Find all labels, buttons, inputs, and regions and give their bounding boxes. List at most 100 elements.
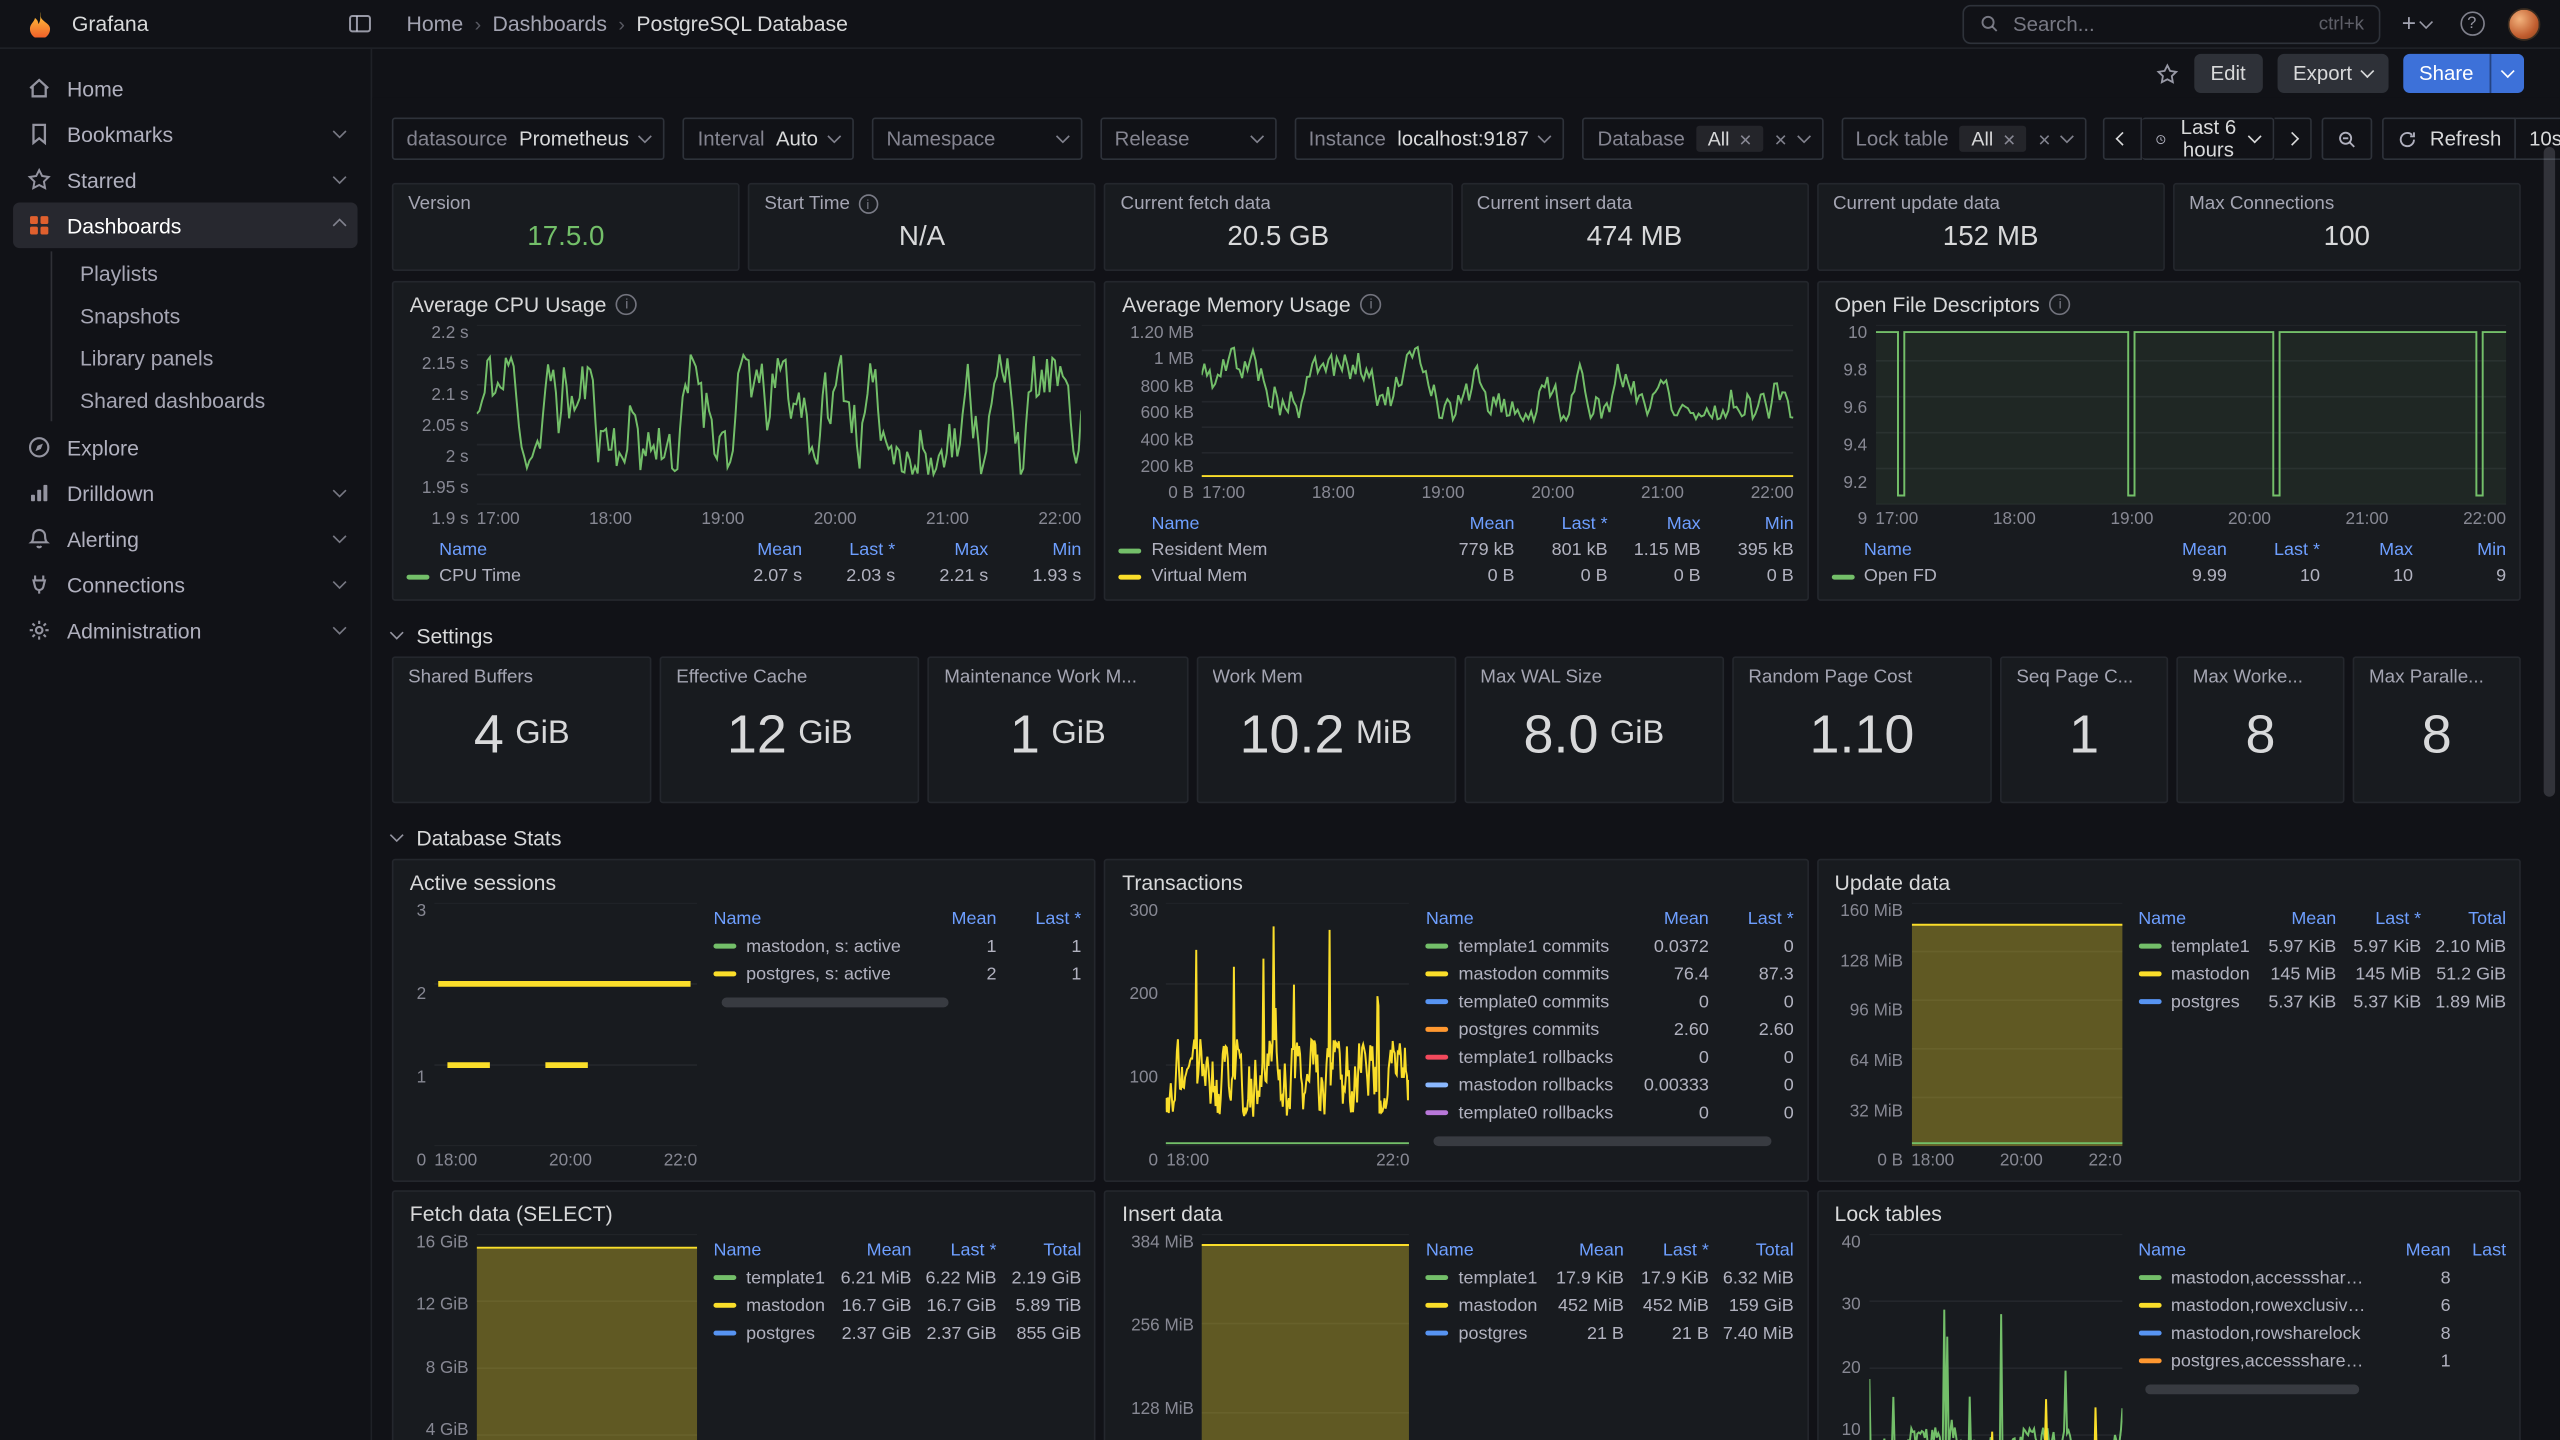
- sidebar-item-explore[interactable]: Explore: [13, 424, 357, 470]
- legend-row[interactable]: postgres 2.37 GiB 2.37 GiB 855 GiB: [713, 1319, 1081, 1347]
- sidebar-item-home[interactable]: Home: [13, 65, 357, 111]
- legend-col-min[interactable]: Min: [2413, 540, 2506, 560]
- legend-row[interactable]: template1 17.9 KiB 17.9 KiB 6.32 MiB: [1426, 1264, 1794, 1292]
- edit-button[interactable]: Edit: [2194, 54, 2262, 93]
- legend-scrollbar[interactable]: [2138, 1384, 2506, 1395]
- legend-col-last[interactable]: Last: [2451, 1240, 2507, 1260]
- legend-col-name[interactable]: Name: [1426, 1240, 1539, 1260]
- legend-row[interactable]: template1 commits 0.0372 0: [1426, 932, 1794, 960]
- sidebar-item-connections[interactable]: Connections: [13, 562, 357, 608]
- legend-row[interactable]: postgres 21 B 21 B 7.40 MiB: [1426, 1319, 1794, 1347]
- panel-header[interactable]: Active sessions: [407, 860, 1082, 902]
- legend-row[interactable]: mastodon,accesssharelock 8: [2138, 1264, 2506, 1292]
- chevron-down-icon[interactable]: [333, 621, 347, 635]
- legend-row[interactable]: mastodon 452 MiB 452 MiB 159 GiB: [1426, 1291, 1794, 1319]
- sidebar-item-alerting[interactable]: Alerting: [13, 516, 357, 562]
- sidebar-subitem[interactable]: Shared dashboards: [52, 379, 357, 421]
- legend-col-max[interactable]: Max: [1608, 514, 1701, 534]
- legend-col-last[interactable]: Last *: [1624, 1240, 1709, 1260]
- help-button[interactable]: ?: [2452, 4, 2491, 43]
- scrollbar-thumb[interactable]: [2146, 1384, 2359, 1394]
- scrollbar-thumb[interactable]: [721, 998, 949, 1008]
- legend-col-mean[interactable]: Mean: [912, 909, 997, 929]
- legend-row[interactable]: CPU Time 2.07 s 2.03 s 2.21 s 1.93 s: [407, 563, 1082, 589]
- legend-col-last[interactable]: Last *: [2227, 540, 2320, 560]
- chevron-down-icon[interactable]: [333, 575, 347, 589]
- chip-remove-icon[interactable]: ×: [1739, 128, 1751, 149]
- legend-col-min[interactable]: Min: [988, 540, 1081, 560]
- legend-col-mean[interactable]: Mean: [2366, 1240, 2451, 1260]
- legend-col-mean[interactable]: Mean: [1624, 909, 1709, 929]
- lock-tables-chart[interactable]: [1869, 1234, 2122, 1440]
- legend-row[interactable]: mastodon 16.7 GiB 16.7 GiB 5.89 TiB: [713, 1291, 1081, 1319]
- chevron-down-icon[interactable]: [333, 170, 347, 184]
- share-menu-button[interactable]: [2490, 54, 2524, 93]
- active-sessions-chart[interactable]: [434, 903, 697, 1146]
- panel-header[interactable]: Update data: [1831, 860, 2506, 902]
- zoom-out-button[interactable]: [2322, 118, 2373, 160]
- grafana-logo[interactable]: [20, 4, 59, 43]
- add-button[interactable]: +: [2397, 4, 2436, 43]
- fetch-data-chart[interactable]: [477, 1234, 697, 1440]
- legend-row[interactable]: postgres, s: active 2 1: [713, 960, 1081, 988]
- legend-row[interactable]: template0 commits 0 0: [1426, 988, 1794, 1016]
- legend-row[interactable]: Open FD 9.99 10 10 9: [1831, 563, 2506, 589]
- sidebar-subitem[interactable]: Playlists: [52, 251, 357, 293]
- panel-header[interactable]: Lock tables: [1831, 1192, 2506, 1234]
- legend-col-name[interactable]: Name: [713, 909, 911, 929]
- legend-col-last[interactable]: Last *: [1515, 514, 1608, 534]
- legend-row[interactable]: postgres commits 2.60 2.60: [1426, 1016, 1794, 1044]
- legend-col-name[interactable]: Name: [2138, 1240, 2365, 1260]
- cpu-usage-chart[interactable]: [477, 325, 1082, 505]
- legend-col-last[interactable]: Last *: [912, 1240, 997, 1260]
- insert-data-chart[interactable]: [1202, 1234, 1409, 1440]
- transactions-chart[interactable]: [1166, 903, 1409, 1146]
- info-icon[interactable]: i: [2050, 293, 2071, 314]
- legend-row[interactable]: postgres 5.37 KiB 5.37 KiB 1.89 MiB: [2138, 988, 2506, 1016]
- sidebar-item-starred[interactable]: Starred: [13, 157, 357, 203]
- avatar[interactable]: [2508, 7, 2541, 40]
- breadcrumb-home[interactable]: Home: [407, 11, 464, 35]
- variable-filter[interactable]: Namespace: [872, 118, 1082, 160]
- legend-col-name[interactable]: Name: [1119, 514, 1422, 534]
- legend-col-max[interactable]: Max: [2320, 540, 2413, 560]
- legend-col-last[interactable]: Last *: [2336, 909, 2421, 929]
- legend-row[interactable]: mastodon,rowexclusivelock 6: [2138, 1291, 2506, 1319]
- legend-row[interactable]: postgres,accesssharelock 1: [2138, 1347, 2506, 1375]
- info-icon[interactable]: i: [858, 194, 878, 214]
- legend-col-name[interactable]: Name: [1831, 540, 2134, 560]
- legend-col-name[interactable]: Name: [713, 1240, 826, 1260]
- legend-row[interactable]: mastodon commits 76.4 87.3: [1426, 960, 1794, 988]
- search-input[interactable]: Search... ctrl+k: [1962, 4, 2380, 43]
- legend-col-mean[interactable]: Mean: [1421, 514, 1514, 534]
- legend-col-mean[interactable]: Mean: [2251, 909, 2336, 929]
- legend-row[interactable]: mastodon, s: active 1 1: [713, 932, 1081, 960]
- legend-col-total[interactable]: Total: [2421, 909, 2506, 929]
- chevron-up-icon[interactable]: [333, 218, 347, 232]
- legend-col-total[interactable]: Total: [1709, 1240, 1794, 1260]
- legend-col-name[interactable]: Name: [1426, 909, 1624, 929]
- variable-filter[interactable]: datasource Prometheus: [392, 118, 665, 160]
- legend-row[interactable]: Virtual Mem 0 B 0 B 0 B 0 B: [1119, 563, 1794, 589]
- sidebar-subitem[interactable]: Snapshots: [52, 294, 357, 336]
- sidebar-subitem[interactable]: Library panels: [52, 336, 357, 378]
- filter-chip[interactable]: All ×: [1960, 126, 2027, 152]
- variable-filter[interactable]: Interval Auto: [683, 118, 854, 160]
- legend-row[interactable]: mastodon rollbacks 0.00333 0: [1426, 1071, 1794, 1099]
- legend-row[interactable]: mastodon,rowsharelock 8: [2138, 1319, 2506, 1347]
- legend-col-last[interactable]: Last *: [802, 540, 895, 560]
- variable-filter[interactable]: Instance localhost:9187: [1294, 118, 1565, 160]
- variable-filter-multi[interactable]: Database All × ×: [1583, 118, 1823, 160]
- legend-scrollbar[interactable]: [713, 998, 1081, 1009]
- update-data-chart[interactable]: [1911, 903, 2122, 1146]
- chevron-down-icon[interactable]: [333, 530, 347, 544]
- scrollbar-thumb[interactable]: [1433, 1136, 1771, 1146]
- panel-header[interactable]: Average CPU Usage i: [407, 282, 1082, 324]
- sidebar-item-bookmarks[interactable]: Bookmarks: [13, 111, 357, 157]
- legend-col-name[interactable]: Name: [2138, 909, 2251, 929]
- sidebar-item-dashboards[interactable]: Dashboards: [13, 202, 357, 248]
- chip-remove-icon[interactable]: ×: [2003, 128, 2015, 149]
- legend-col-total[interactable]: Total: [996, 1240, 1081, 1260]
- share-button[interactable]: Share: [2403, 54, 2490, 93]
- panel-header[interactable]: Transactions: [1119, 860, 1794, 902]
